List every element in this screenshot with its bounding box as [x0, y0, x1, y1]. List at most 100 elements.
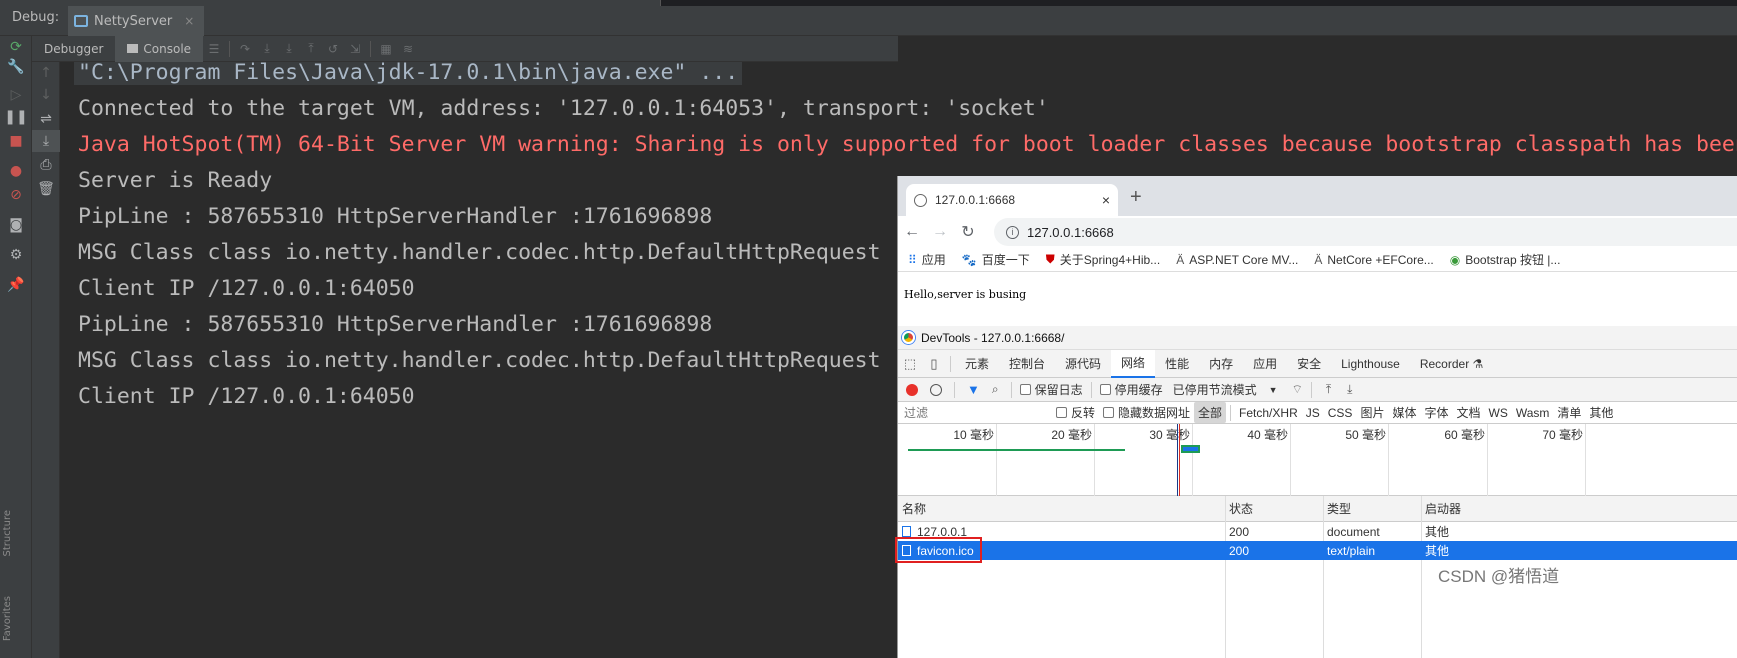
gear-icon[interactable]: ⚙ [0, 244, 32, 266]
tab-performance[interactable]: 性能 [1155, 350, 1199, 378]
bookmark-item[interactable]: Ä ASP.NET Core MV... [1176, 253, 1298, 267]
forward-icon[interactable]: → [926, 218, 954, 246]
step-out-icon[interactable]: ⤒ [300, 38, 322, 60]
filter-type-js[interactable]: JS [1302, 404, 1324, 422]
export-har-icon[interactable]: ⤓ [1347, 382, 1352, 397]
print-icon[interactable]: ⎙ [32, 154, 60, 176]
tab-console[interactable]: 控制台 [999, 350, 1055, 378]
chevron-down-icon[interactable]: ▼ [1269, 385, 1278, 395]
view-breakpoints-icon[interactable]: ● [0, 160, 32, 182]
tab-security[interactable]: 安全 [1287, 350, 1331, 378]
table-row-selected[interactable]: favicon.ico 200 text/plain 其他 [895, 537, 1737, 563]
document-icon [902, 526, 911, 537]
disable-cache-checkbox[interactable]: 停用缓存 [1099, 381, 1163, 398]
filter-type-media[interactable]: 媒体 [1388, 402, 1420, 423]
column-header-initiator[interactable]: 启动器 [1421, 496, 1737, 521]
scroll-to-end-icon[interactable]: ⤓ [32, 130, 60, 152]
filter-type-wasm[interactable]: Wasm [1512, 404, 1554, 422]
tab-sources[interactable]: 源代码 [1055, 350, 1111, 378]
column-header-type[interactable]: 类型 [1323, 496, 1421, 521]
tab-console[interactable]: Console [115, 35, 204, 62]
hide-data-urls-checkbox[interactable]: 隐藏数据网址 [1103, 404, 1190, 421]
preserve-log-checkbox[interactable]: 保留日志 [1019, 381, 1083, 398]
tab-network[interactable]: 网络 [1111, 349, 1156, 378]
soft-wrap-icon[interactable]: ⇌ [32, 108, 60, 130]
filter-input[interactable]: 过滤 [898, 404, 1048, 421]
tab-memory[interactable]: 内存 [1199, 350, 1243, 378]
checkbox-box [1099, 384, 1111, 395]
layout-icon[interactable]: ☰ [203, 38, 225, 60]
throttling-select[interactable]: 已停用节流模式 [1173, 381, 1257, 398]
pin-icon[interactable]: 📌 [0, 274, 32, 296]
step-over-icon[interactable]: ↷ [234, 38, 256, 60]
filter-type-font[interactable]: 字体 [1420, 402, 1452, 423]
close-icon[interactable]: × [184, 14, 194, 28]
camera-icon[interactable]: ◙ [0, 214, 32, 236]
console-line: MSG Class class io.netty.handler.codec.h… [78, 240, 881, 265]
up-arrow-icon[interactable]: ↑ [32, 62, 60, 84]
import-har-icon[interactable]: ⤒ [1326, 382, 1331, 397]
search-icon[interactable]: ⌕ [992, 382, 999, 397]
mute-breakpoints-icon[interactable]: ⊘ [0, 184, 32, 206]
tab-lighthouse[interactable]: Lighthouse [1331, 350, 1410, 378]
apps-grid-icon: ⠿ [908, 252, 917, 267]
network-timeline-overview[interactable]: 10 毫秒 20 毫秒 30 毫秒 40 毫秒 50 毫秒 60 毫秒 70 毫… [898, 424, 1737, 496]
clear-icon[interactable] [930, 383, 942, 396]
new-tab-button[interactable]: + [1130, 186, 1142, 209]
filter-type-other[interactable]: 其他 [1585, 402, 1617, 423]
filter-icon[interactable]: ▼ [967, 382, 980, 397]
tab-debugger[interactable]: Debugger [32, 36, 115, 62]
trace-icon[interactable]: ≋ [397, 38, 419, 60]
reload-icon[interactable]: ↻ [954, 218, 982, 246]
stop-icon[interactable]: ■ [0, 130, 32, 152]
checkbox-box [1103, 407, 1115, 418]
structure-side-tab[interactable]: Structure [2, 510, 13, 557]
drop-frame-icon[interactable]: ↺ [322, 38, 344, 60]
tab-elements[interactable]: 元素 [955, 350, 999, 378]
bookmark-item[interactable]: Ä NetCore +EFCore... [1314, 253, 1433, 267]
column-header-status[interactable]: 状态 [1225, 496, 1323, 521]
console-line: Server is Ready [78, 168, 273, 193]
tab-console-label: Console [143, 41, 192, 56]
record-icon[interactable] [906, 383, 918, 396]
down-arrow-icon[interactable]: ↓ [32, 84, 60, 106]
globe-icon [914, 193, 927, 207]
tab-application[interactable]: 应用 [1243, 350, 1287, 378]
table-row[interactable]: 127.0.0.1 200 document 其他 [898, 522, 1737, 541]
info-icon[interactable]: i [1006, 225, 1019, 239]
step-into-icon[interactable]: ⤓ [256, 38, 278, 60]
filter-type-css[interactable]: CSS [1324, 404, 1357, 422]
wrench-icon[interactable]: 🔧 [0, 56, 32, 78]
filter-type-manifest[interactable]: 清单 [1553, 402, 1585, 423]
server-icon [74, 15, 88, 27]
trash-icon[interactable]: 🗑 [32, 178, 60, 200]
filter-type-img[interactable]: 图片 [1356, 402, 1388, 423]
bookmark-item[interactable]: ⛊ 关于Spring4+Hib... [1046, 251, 1160, 268]
rerun-icon[interactable]: ⟳ [0, 36, 32, 58]
evaluate-icon[interactable]: ▦ [375, 38, 397, 60]
bookmark-item[interactable]: 🐾 百度一下 [962, 251, 1030, 268]
back-icon[interactable]: ← [898, 218, 926, 246]
run-config-tab[interactable]: NettyServer × [68, 6, 205, 36]
inspect-element-icon[interactable]: ⬚ [898, 352, 922, 376]
bookmark-apps[interactable]: ⠿ 应用 [908, 251, 946, 268]
browser-tab[interactable]: 127.0.0.1:6668 × [906, 184, 1118, 216]
bookmark-label: Bootstrap 按钮 |... [1465, 253, 1561, 267]
resume-icon[interactable]: ▷ [0, 84, 32, 106]
close-icon[interactable]: × [1102, 192, 1110, 208]
bookmark-item[interactable]: ◉ Bootstrap 按钮 |... [1450, 251, 1561, 268]
network-conditions-icon[interactable]: ⌔ [1292, 382, 1303, 397]
run-to-cursor-icon[interactable]: ⇲ [344, 38, 366, 60]
favorites-side-tab[interactable]: Favorites [2, 596, 13, 641]
address-bar[interactable]: i 127.0.0.1:6668 [994, 218, 1737, 246]
invert-checkbox[interactable]: 反转 [1056, 404, 1095, 421]
tab-recorder[interactable]: Recorder ⚗ [1410, 350, 1493, 378]
device-toolbar-icon[interactable]: ▯ [922, 352, 946, 376]
pause-icon[interactable]: ❚❚ [0, 106, 32, 128]
force-step-into-icon[interactable]: ⤓ [278, 38, 300, 60]
filter-type-all[interactable]: 全部 [1194, 402, 1227, 423]
filter-type-doc[interactable]: 文档 [1452, 402, 1484, 423]
column-header-name[interactable]: 名称 [898, 496, 1225, 521]
filter-type-ws[interactable]: WS [1485, 404, 1512, 422]
filter-type-fetch-xhr[interactable]: Fetch/XHR [1235, 404, 1302, 422]
